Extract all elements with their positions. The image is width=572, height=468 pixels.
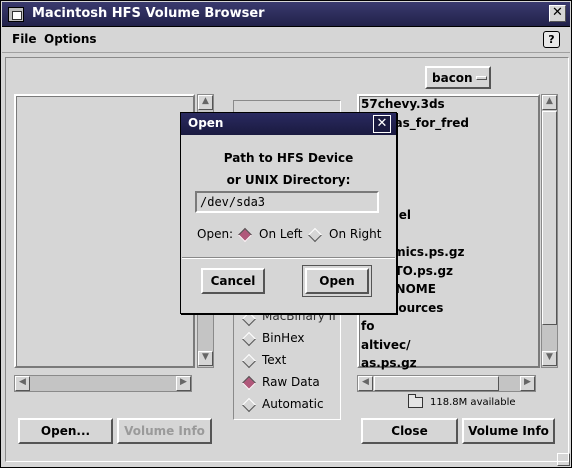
scroll-left-icon[interactable]: ◀ — [358, 376, 373, 391]
menu-file[interactable]: File — [12, 32, 37, 46]
dialog-cancel-button[interactable]: Cancel — [201, 268, 265, 294]
list-item[interactable]: fo — [359, 319, 538, 338]
resize-grip-icon[interactable] — [557, 453, 570, 466]
close-window-icon[interactable]: ✕ — [549, 5, 566, 22]
folder-icon — [408, 394, 423, 408]
scroll-thumb[interactable] — [542, 111, 557, 325]
dialog-close-icon[interactable]: ✕ — [373, 115, 391, 133]
available-space: 118.8M available — [430, 397, 516, 408]
right-vertical-scrollbar[interactable]: ▲ ▼ — [541, 94, 558, 368]
dialog-title: Open — [188, 116, 224, 130]
open-button[interactable]: Open... — [18, 418, 113, 444]
radio-selected-icon — [237, 227, 253, 243]
window-titlebar[interactable]: Macintosh HFS Volume Browser ✕ — [2, 2, 570, 27]
volume-info-left-button[interactable]: Volume Info — [117, 418, 212, 444]
scroll-left-icon[interactable]: ◀ — [15, 376, 30, 391]
window-menu-icon[interactable] — [8, 7, 24, 22]
list-item[interactable]: altivec/ — [359, 338, 538, 357]
scroll-down-icon[interactable]: ▼ — [542, 351, 557, 366]
left-horizontal-scrollbar[interactable]: ◀ ▶ — [14, 375, 192, 392]
dialog-separator — [182, 257, 395, 259]
volume-dropdown-value: bacon — [432, 71, 473, 85]
window-title: Macintosh HFS Volume Browser — [32, 6, 265, 21]
scroll-down-icon[interactable]: ▼ — [198, 351, 213, 366]
radio-diamond-icon — [307, 227, 323, 243]
open-dialog: Open ✕ Path to HFS Device or UNIX Direct… — [180, 112, 397, 314]
volume-info-right-button[interactable]: Volume Info — [462, 418, 555, 444]
dialog-titlebar[interactable]: Open ✕ — [181, 113, 396, 135]
menu-options[interactable]: Options — [44, 32, 97, 46]
scroll-right-icon[interactable]: ▶ — [520, 376, 535, 391]
scroll-up-icon[interactable]: ▲ — [198, 95, 213, 110]
dialog-open-button[interactable]: Open — [302, 265, 372, 297]
device-path-input[interactable]: /dev/sda3 — [195, 191, 379, 213]
open-side-label: Open: — [197, 227, 234, 241]
volume-dropdown[interactable]: bacon — [425, 66, 491, 89]
close-button[interactable]: Close — [361, 418, 458, 444]
dialog-prompt-line1: Path to HFS Device — [223, 151, 354, 165]
dropdown-indicator-icon — [476, 76, 487, 80]
list-item[interactable]: as.ps.gz — [359, 356, 538, 375]
scroll-up-icon[interactable]: ▲ — [542, 95, 557, 110]
left-file-list[interactable] — [14, 94, 195, 368]
help-icon[interactable]: ? — [543, 31, 560, 48]
right-horizontal-scrollbar[interactable]: ◀ ▶ — [357, 375, 536, 392]
menubar: File Options ? — [2, 27, 570, 53]
scroll-right-icon[interactable]: ▶ — [176, 376, 191, 391]
dialog-prompt-line2: or UNIX Directory: — [226, 173, 351, 187]
scroll-thumb[interactable] — [374, 376, 499, 391]
